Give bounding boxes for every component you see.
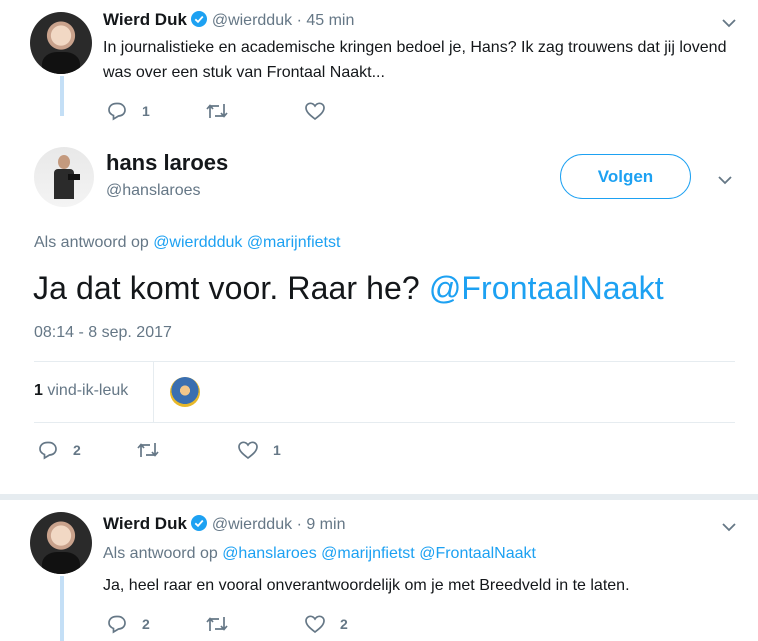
heart-icon [305, 615, 325, 634]
retweet-icon [137, 443, 159, 457]
mention-link[interactable]: @FrontaalNaakt [429, 270, 664, 306]
tweet-time[interactable]: · 9 min [297, 516, 346, 533]
likes-summary[interactable]: 1 vind-ik-leuk [34, 382, 128, 400]
thread-line-bottom [60, 576, 64, 641]
main-author-name[interactable]: hans laroes [106, 150, 228, 176]
reply-icon [108, 102, 126, 121]
main-retweet-button[interactable] [135, 440, 161, 460]
author-name[interactable]: Wierd Duk [103, 10, 187, 29]
thread-line-top [60, 76, 64, 116]
chevron-down-icon[interactable] [719, 13, 739, 33]
tweet3-reply-button[interactable]: 2 [106, 614, 150, 634]
conversation-separator [0, 494, 758, 500]
main-reply-button[interactable]: 2 [37, 440, 81, 460]
tweet-time[interactable]: · 45 min [297, 12, 355, 29]
reply-to-link[interactable]: @marijnfietst [321, 545, 415, 562]
reply-to-link[interactable]: @FrontaalNaakt [419, 545, 536, 562]
retweet-icon [206, 617, 228, 631]
author-handle[interactable]: @wierdduk [212, 516, 292, 533]
reply-icon [108, 615, 126, 634]
reply-to-link[interactable]: @wierddduk [153, 234, 242, 251]
retweet-icon [206, 104, 228, 118]
avatar-wierd-duk[interactable] [30, 12, 92, 74]
reply-count: 2 [73, 442, 81, 458]
main-tweet-text: Ja dat komt voor. Raar he? @FrontaalNaak… [33, 270, 664, 307]
verified-icon [191, 11, 208, 27]
tweet3-reply-context: Als antwoord op @hanslaroes @marijnfiets… [103, 545, 536, 563]
heart-icon [238, 441, 258, 460]
tweet3-retweet-button[interactable] [204, 614, 230, 634]
avatar-figure-head [58, 155, 70, 169]
author-name[interactable]: Wierd Duk [103, 514, 187, 533]
main-author-handle[interactable]: @hanslaroes [106, 182, 201, 200]
likes-separator [153, 362, 154, 422]
reply-prefix: Als antwoord op [103, 545, 218, 562]
verified-icon [191, 515, 208, 531]
follow-button[interactable]: Volgen [560, 154, 691, 199]
like-count: 1 [273, 442, 281, 458]
main-text: Ja dat komt voor. Raar he? [33, 270, 420, 306]
chevron-down-icon[interactable] [715, 170, 735, 190]
tweet3-header: Wierd Duk @wierdduk · 9 min [103, 514, 345, 534]
avatar-figure-book [68, 174, 80, 180]
avatar-hans-laroes[interactable] [34, 147, 94, 207]
divider [34, 361, 735, 362]
liker-avatar[interactable] [170, 377, 200, 407]
reply-prefix: Als antwoord op [34, 234, 149, 251]
reply-icon [39, 441, 57, 460]
chevron-down-icon[interactable] [719, 517, 739, 537]
avatar-wierd-duk[interactable] [30, 512, 92, 574]
likes-count: 1 [34, 382, 43, 399]
like-count: 2 [340, 616, 348, 632]
main-timestamp[interactable]: 08:14 - 8 sep. 2017 [34, 324, 172, 342]
tweet1-like-button[interactable] [304, 101, 326, 121]
tweet3-like-button[interactable]: 2 [304, 614, 348, 634]
tweet1-reply-button[interactable]: 1 [106, 101, 150, 121]
tweet1-retweet-button[interactable] [204, 101, 230, 121]
main-like-button[interactable]: 1 [237, 440, 281, 460]
reply-to-link[interactable]: @marijnfietst [247, 234, 341, 251]
author-handle[interactable]: @wierdduk [212, 12, 292, 29]
likes-label: vind-ik-leuk [47, 382, 129, 399]
reply-to-link[interactable]: @hanslaroes [222, 545, 317, 562]
reply-count: 1 [142, 103, 150, 119]
tweet3-text: Ja, heel raar en vooral onverantwoordeli… [103, 577, 630, 594]
tweet1-header: Wierd Duk @wierdduk · 45 min [103, 10, 354, 30]
main-reply-context: Als antwoord op @wierddduk @marijnfietst [34, 234, 340, 252]
heart-icon [305, 102, 325, 121]
reply-count: 2 [142, 616, 150, 632]
tweet1-text: In journalistieke en academische kringen… [103, 39, 727, 81]
divider [34, 422, 735, 423]
